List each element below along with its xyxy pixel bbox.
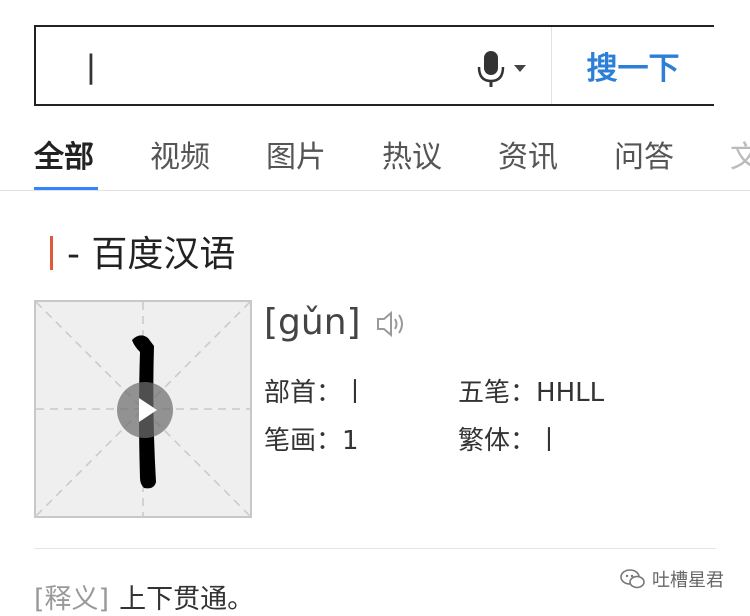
watermark: 吐槽星君 (620, 566, 724, 592)
tab-images[interactable]: 图片 (266, 132, 326, 176)
character-stroke-box[interactable] (34, 300, 252, 518)
tab-bar: 全部 视频 图片 热议 资讯 问答 文 (0, 110, 750, 192)
radical-value: 丨 (342, 378, 369, 408)
result-title-text: - 百度汉语 (67, 234, 236, 275)
radical-label: 部首： (264, 378, 343, 408)
result-title[interactable]: 丨- 百度汉语 (34, 225, 235, 277)
divider (34, 548, 716, 549)
search-button[interactable]: 搜一下 (552, 27, 714, 104)
pinyin: [gǔn] (264, 302, 361, 343)
definition-text: 上下贯通。 (119, 584, 255, 615)
traditional-info: 繁体：丨 (458, 420, 562, 457)
title-char-glyph (50, 236, 53, 270)
divider (0, 190, 750, 191)
play-button[interactable] (117, 382, 173, 438)
radical-info: 部首：丨 (264, 372, 368, 409)
tab-all[interactable]: 全部 (34, 132, 94, 176)
traditional-value: 丨 (536, 426, 563, 456)
search-input[interactable] (72, 37, 476, 97)
wechat-icon (620, 569, 645, 589)
tab-news[interactable]: 资讯 (498, 132, 558, 176)
tab-video[interactable]: 视频 (150, 132, 210, 176)
strokes-value: 1 (342, 426, 359, 456)
wubi-info: 五笔：HHLL (458, 372, 604, 409)
wubi-label: 五笔： (458, 378, 537, 408)
tab-qa[interactable]: 问答 (614, 132, 674, 176)
traditional-label: 繁体： (458, 426, 537, 456)
definition: [释义] 上下贯通。 (34, 577, 254, 616)
tab-more[interactable]: 文 (730, 132, 750, 176)
play-icon (139, 398, 157, 422)
wubi-value: HHLL (536, 378, 605, 408)
search-bar: 搜一下 (34, 25, 714, 106)
tab-discussion[interactable]: 热议 (382, 132, 442, 176)
watermark-text: 吐槽星君 (652, 570, 724, 591)
strokes-info: 笔画：1 (264, 420, 359, 457)
definition-tag: [释义] (34, 584, 110, 615)
speaker-icon[interactable] (375, 308, 409, 340)
strokes-label: 笔画： (264, 426, 343, 456)
chevron-down-icon[interactable] (514, 65, 526, 72)
microphone-icon[interactable] (476, 49, 506, 89)
